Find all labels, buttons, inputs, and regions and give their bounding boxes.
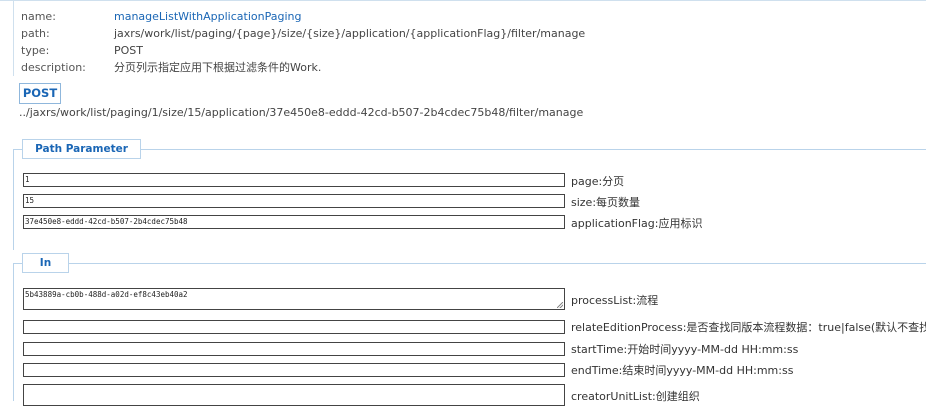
- meta-left-rule: [13, 0, 14, 76]
- size-input[interactable]: 15: [23, 194, 565, 208]
- type-label: type:: [21, 44, 50, 57]
- application-flag-input[interactable]: 37e450e8-eddd-42cd-b507-2b4cdec75b48: [23, 215, 565, 229]
- top-divider: [0, 0, 926, 1]
- creator-unit-list-label: creatorUnitList:创建组织: [571, 390, 700, 403]
- page-label: page:分页: [571, 175, 625, 188]
- path-parameter-legend: Path Parameter: [22, 139, 141, 159]
- creator-unit-list-textarea[interactable]: [23, 384, 565, 406]
- start-time-label: startTime:开始时间yyyy-MM-dd HH:mm:ss: [571, 343, 799, 356]
- process-list-label: processList:流程: [571, 294, 659, 307]
- request-url: ../jaxrs/work/list/paging/1/size/15/appl…: [19, 106, 584, 119]
- process-list-value: 5b43889a-cb0b-488d-a02d-ef8c43eb40a2: [25, 290, 188, 299]
- process-list-textarea[interactable]: 5b43889a-cb0b-488d-a02d-ef8c43eb40a2: [23, 288, 565, 310]
- meta-row-path: path: jaxrs/work/list/paging/{page}/size/…: [21, 25, 585, 42]
- resize-handle-icon[interactable]: [557, 302, 563, 308]
- api-meta: name: manageListWithApplicationPaging pat…: [21, 8, 585, 76]
- in-legend: In: [22, 253, 69, 273]
- api-name-link[interactable]: manageListWithApplicationPaging: [114, 10, 301, 23]
- relate-edition-process-input[interactable]: [23, 320, 565, 334]
- meta-row-description: description: 分页列示指定应用下根据过滤条件的Work.: [21, 59, 585, 76]
- relate-edition-process-label: relateEditionProcess:是否查找同版本流程数据：true|fa…: [571, 321, 926, 334]
- type-value: POST: [114, 44, 143, 57]
- application-flag-label: applicationFlag:应用标识: [571, 217, 703, 230]
- page-input[interactable]: 1: [23, 173, 565, 187]
- name-label: name:: [21, 10, 56, 23]
- description-label: description:: [21, 61, 86, 74]
- description-value: 分页列示指定应用下根据过滤条件的Work.: [114, 61, 322, 74]
- size-label: size:每页数量: [571, 196, 641, 209]
- meta-row-name: name: manageListWithApplicationPaging: [21, 8, 585, 25]
- path-value: jaxrs/work/list/paging/{page}/size/{size…: [114, 27, 586, 40]
- start-time-input[interactable]: [23, 342, 565, 356]
- end-time-label: endTime:结束时间yyyy-MM-dd HH:mm:ss: [571, 364, 794, 377]
- end-time-input[interactable]: [23, 363, 565, 377]
- post-button[interactable]: POST: [19, 83, 61, 104]
- path-label: path:: [21, 27, 50, 40]
- meta-row-type: type: POST: [21, 42, 585, 59]
